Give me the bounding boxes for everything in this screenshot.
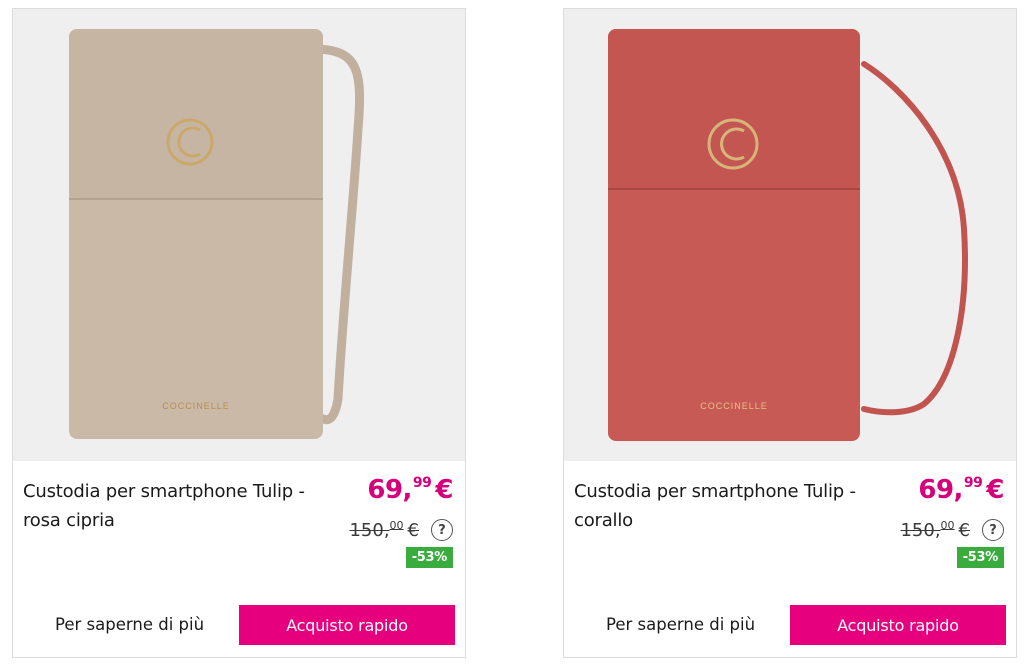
learn-more-link[interactable]: Per saperne di più [606, 615, 755, 634]
old-price-currency: € [958, 520, 970, 541]
original-price: 150,00 € [900, 519, 970, 541]
help-icon[interactable]: ? [982, 519, 1004, 541]
old-price-decimal: 00 [940, 519, 955, 532]
brand-logo: COCCINELLE [700, 401, 768, 411]
price-integer: 69, [367, 475, 412, 505]
discount-badge: -53% [956, 547, 1004, 568]
product-image[interactable]: COCCINELLE [564, 9, 1016, 461]
price-currency: € [435, 475, 453, 505]
original-price: 150,00 € [349, 519, 419, 541]
price-decimal: 99 [963, 475, 983, 491]
quick-buy-button[interactable]: Acquisto rapido [239, 605, 455, 645]
price-decimal: 99 [412, 475, 432, 491]
old-price-decimal: 00 [389, 519, 404, 532]
product-name[interactable]: Custodia per smartphone Tulip - corallo [574, 477, 894, 535]
discount-badge: -53% [405, 547, 453, 568]
old-price-currency: € [407, 520, 419, 541]
brand-logo: COCCINELLE [162, 401, 230, 411]
price-integer: 69, [918, 475, 963, 505]
product-image[interactable]: COCCINELLE [13, 9, 465, 461]
help-icon[interactable]: ? [431, 519, 453, 541]
product-card[interactable]: COCCINELLE Custodia per smartphone Tulip… [12, 8, 466, 658]
quick-buy-button[interactable]: Acquisto rapido [790, 605, 1006, 645]
old-price-integer: 150, [900, 520, 941, 541]
learn-more-link[interactable]: Per saperne di più [55, 615, 204, 634]
current-price: 69,99 € [367, 475, 453, 505]
old-price-integer: 150, [349, 520, 390, 541]
product-card[interactable]: COCCINELLE Custodia per smartphone Tulip… [563, 8, 1017, 658]
price-currency: € [986, 475, 1004, 505]
current-price: 69,99 € [918, 475, 1004, 505]
product-name[interactable]: Custodia per smartphone Tulip - rosa cip… [23, 477, 343, 535]
